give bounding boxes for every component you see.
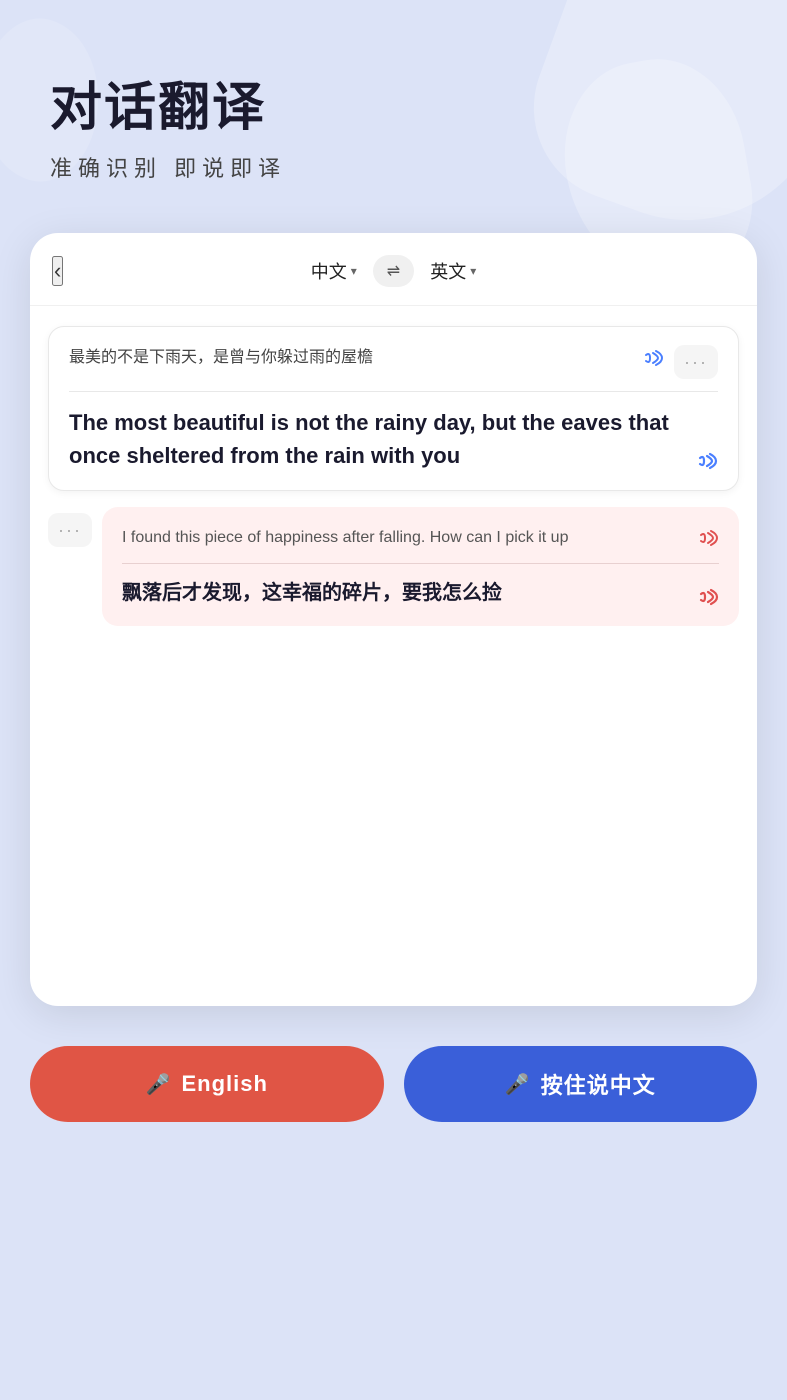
english-button-label: English — [181, 1071, 267, 1097]
message-2-original-text: I found this piece of happiness after fa… — [122, 525, 685, 551]
message-1-translated-text: The most beautiful is not the rainy day,… — [69, 406, 684, 472]
chinese-mic-icon: 🎤 — [505, 1072, 531, 1097]
language-selector: 中文 ▾ ⇌ 英文 ▾ — [311, 255, 476, 287]
bottom-buttons: 🎤 English 🎤 按住说中文 — [0, 1016, 787, 1172]
message-1-translated: The most beautiful is not the rainy day,… — [69, 406, 718, 472]
message-2-more-button[interactable]: ··· — [48, 513, 92, 547]
chinese-mic-button[interactable]: 🎤 按住说中文 — [404, 1046, 758, 1122]
lang-right-arrow: ▾ — [470, 264, 476, 278]
main-card: ‹ 中文 ▾ ⇌ 英文 ▾ 最美的不是下雨天，是曾与你躲过雨的屋檐 — [30, 233, 757, 1006]
message-bubble-2-wrapper: ··· I found this piece of happiness afte… — [48, 507, 739, 626]
message-1-more-button[interactable]: ··· — [674, 345, 718, 379]
english-mic-icon: 🎤 — [146, 1072, 172, 1097]
page-subtitle: 准确识别 即说即译 — [50, 151, 737, 183]
message-bubble-2: I found this piece of happiness after fa… — [102, 507, 739, 626]
chat-area: 最美的不是下雨天，是曾与你躲过雨的屋檐 ··· The most beautif… — [30, 306, 757, 1006]
more-dots-2: ··· — [58, 521, 82, 539]
message-2-translated: 飘落后才发现，这幸福的碎片，要我怎么捡 — [122, 578, 719, 608]
back-button[interactable]: ‹ — [52, 256, 63, 286]
header: 对话翻译 准确识别 即说即译 — [0, 0, 787, 223]
sound-icon-2[interactable] — [695, 527, 719, 549]
message-1-original: 最美的不是下雨天，是曾与你躲过雨的屋檐 ··· — [69, 345, 718, 392]
lang-left-selector[interactable]: 中文 ▾ — [311, 258, 357, 284]
message-2-original: I found this piece of happiness after fa… — [122, 525, 719, 564]
lang-left-label: 中文 — [311, 258, 347, 284]
lang-right-selector[interactable]: 英文 ▾ — [430, 258, 476, 284]
message-2-translated-text: 飘落后才发现，这幸福的碎片，要我怎么捡 — [122, 578, 685, 608]
message-bubble-1: 最美的不是下雨天，是曾与你躲过雨的屋檐 ··· The most beautif… — [48, 326, 739, 491]
chinese-button-label: 按住说中文 — [541, 1068, 656, 1100]
sound-icon-1-translated[interactable] — [694, 450, 718, 472]
swap-button[interactable]: ⇌ — [373, 255, 414, 287]
english-mic-button[interactable]: 🎤 English — [30, 1046, 384, 1122]
more-dots-1: ··· — [684, 353, 708, 371]
message-1-original-text: 最美的不是下雨天，是曾与你躲过雨的屋檐 — [69, 345, 630, 371]
nav-bar: ‹ 中文 ▾ ⇌ 英文 ▾ — [30, 233, 757, 306]
sound-icon-1[interactable] — [640, 347, 664, 369]
lang-left-arrow: ▾ — [351, 264, 357, 278]
sound-icon-2-translated[interactable] — [695, 586, 719, 608]
page-title: 对话翻译 — [50, 80, 737, 137]
lang-right-label: 英文 — [430, 258, 466, 284]
